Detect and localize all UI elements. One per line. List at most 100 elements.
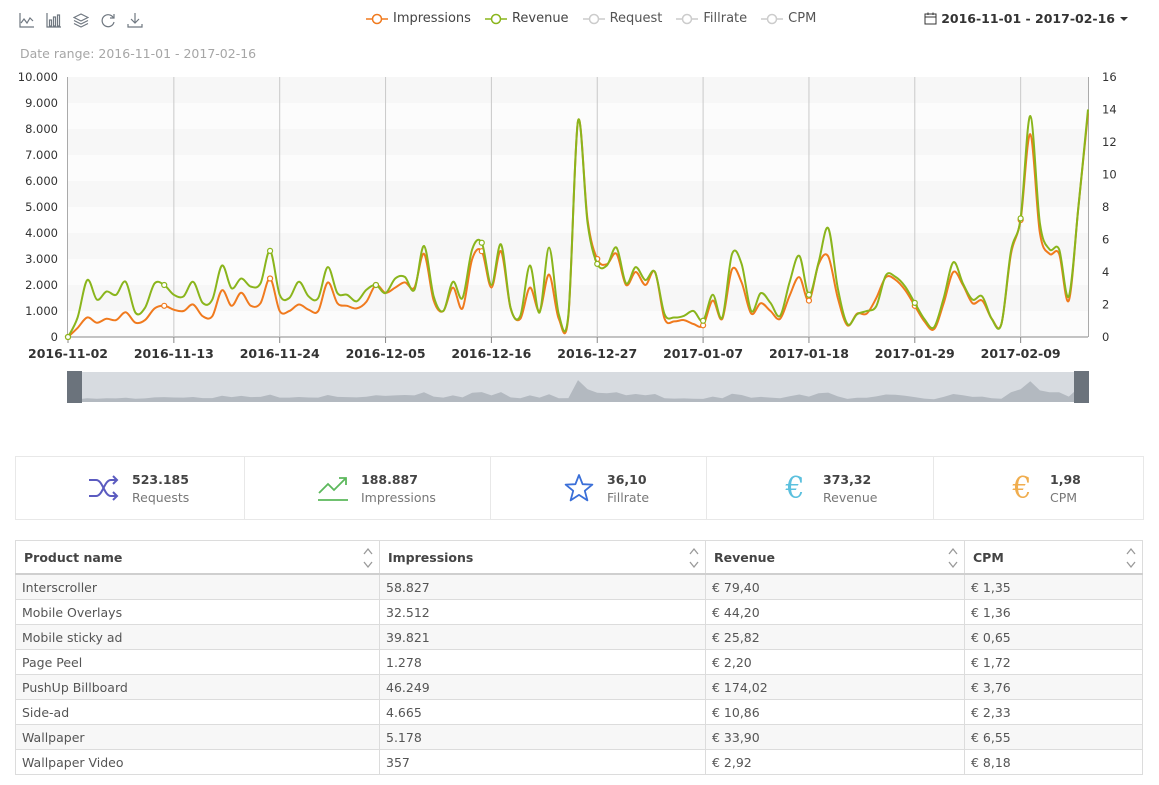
column-header-label: Revenue <box>714 549 776 565</box>
column-header-impressions[interactable]: Impressions <box>379 540 706 575</box>
cell-revenue: € 79,40 <box>705 573 965 600</box>
legend-item-revenue[interactable]: Revenue <box>484 11 569 26</box>
navigator-handle-left[interactable] <box>67 371 82 403</box>
y-left-tick-label: 5.000 <box>25 200 58 214</box>
legend-item-impressions[interactable]: Impressions <box>366 11 471 26</box>
y-left-tick-label: 9.000 <box>25 96 58 110</box>
y-left-tick-label: 0 <box>51 330 58 344</box>
stat-value: 523.185 <box>132 471 189 487</box>
y-right-tick-label: 4 <box>1102 265 1109 279</box>
legend-label: Request <box>609 11 663 26</box>
product-table: Product name Impressions Revenue CPM Int… <box>15 540 1143 775</box>
column-header-cpm[interactable]: CPM <box>964 540 1143 575</box>
x-tick-label: 2017-01-07 <box>663 346 743 361</box>
stat-impressions: 188.887 Impressions <box>245 457 491 519</box>
range-navigator[interactable] <box>67 371 1089 403</box>
chart-band <box>68 233 1088 259</box>
caret-down-icon <box>1120 16 1128 21</box>
x-tick-label: 2016-11-24 <box>240 346 320 361</box>
chart-toolbar <box>18 10 144 30</box>
x-tick-label: 2016-12-05 <box>346 346 426 361</box>
euro-icon: € <box>1012 470 1032 506</box>
line-chart-icon[interactable] <box>18 10 36 30</box>
refresh-icon[interactable] <box>99 10 117 30</box>
chart-band <box>68 181 1088 207</box>
stat-label: Impressions <box>361 489 436 505</box>
x-tick-label: 2017-01-18 <box>769 346 849 361</box>
table-row: Interscroller 58.827 € 79,40 € 1,35 <box>15 573 1143 600</box>
navigator-handle-right[interactable] <box>1074 371 1089 403</box>
y-right-tick-label: 12 <box>1102 135 1117 149</box>
y-right-tick-label: 8 <box>1102 200 1109 214</box>
stack-icon[interactable] <box>72 10 90 30</box>
legend-item-request[interactable]: Request <box>582 11 663 26</box>
table-row: Wallpaper 5.178 € 33,90 € 6,55 <box>15 724 1143 750</box>
chart-band <box>68 77 1088 103</box>
data-point-revenue <box>161 281 168 289</box>
cell-cpm: € 3,76 <box>964 674 1143 700</box>
y-axis-left: 0 1.000 2.000 3.000 4.000 5.000 6.000 7.000 8.00… <box>18 70 68 344</box>
chart-band <box>68 207 1088 233</box>
cell-revenue: € 2,20 <box>705 649 965 675</box>
x-tick-label: 2016-12-27 <box>557 346 637 361</box>
cell-impressions: 5.178 <box>379 724 706 750</box>
y-left-tick-label: 3.000 <box>25 252 58 266</box>
stat-value: 188.887 <box>361 471 418 487</box>
table-row: Mobile Overlays 32.512 € 44,20 € 1,36 <box>15 599 1143 625</box>
column-header-label: CPM <box>973 549 1004 565</box>
sort-icon[interactable] <box>363 547 373 569</box>
y-left-tick-label: 6.000 <box>25 174 58 188</box>
data-point-revenue <box>372 281 380 289</box>
y-right-tick-label: 14 <box>1102 103 1117 117</box>
data-point-revenue <box>911 299 918 306</box>
cell-product-name: PushUp Billboard <box>15 674 380 700</box>
table-row: Side-ad 4.665 € 10,86 € 2,33 <box>15 699 1143 725</box>
x-tick-label: 2017-01-29 <box>875 346 955 361</box>
legend-label: Fillrate <box>703 11 748 26</box>
legend-label: Revenue <box>511 11 569 26</box>
data-point-impressions <box>805 297 813 304</box>
y-left-tick-label: 1.000 <box>25 304 58 318</box>
cell-cpm: € 1,35 <box>964 573 1143 600</box>
data-point-revenue <box>1017 215 1024 222</box>
date-range-picker[interactable]: 2016-11-01 - 2017-02-16 <box>924 11 1129 26</box>
x-tick-label: 2017-02-09 <box>981 346 1061 361</box>
date-range-label: Date range: 2016-11-01 - 2017-02-16 <box>20 46 257 61</box>
chart-bands <box>68 77 1088 338</box>
data-point-revenue <box>64 333 72 341</box>
table-row: Mobile sticky ad 39.821 € 25,82 € 0,65 <box>15 624 1143 650</box>
euro-icon: € <box>785 470 805 506</box>
stat-cpm: € 1,98 CPM <box>934 457 1141 519</box>
cell-impressions: 357 <box>379 749 706 775</box>
sort-icon[interactable] <box>1126 547 1136 569</box>
chart-band <box>68 129 1088 155</box>
cell-product-name: Mobile sticky ad <box>15 624 380 650</box>
y-right-tick-label: 6 <box>1102 233 1109 247</box>
chart-band <box>68 155 1088 181</box>
stat-value: 1,98 <box>1050 471 1081 487</box>
chart-band <box>68 259 1088 285</box>
cell-impressions: 39.821 <box>379 624 706 650</box>
sort-icon[interactable] <box>948 547 958 569</box>
bar-chart-icon[interactable] <box>45 10 63 30</box>
legend-marker-fillrate <box>676 13 699 24</box>
y-right-tick-label: 16 <box>1102 70 1117 84</box>
sort-icon[interactable] <box>689 547 699 569</box>
data-point-impressions <box>266 275 274 282</box>
table-row: PushUp Billboard 46.249 € 174,02 € 3,76 <box>15 674 1143 700</box>
legend-item-fillrate[interactable]: Fillrate <box>676 11 747 26</box>
download-icon[interactable] <box>126 10 144 30</box>
y-right-tick-label: 0 <box>1102 330 1109 344</box>
data-point-impressions <box>161 302 168 309</box>
legend-item-cpm[interactable]: CPM <box>761 11 816 26</box>
chart-band <box>68 285 1088 311</box>
column-header-product-name[interactable]: Product name <box>15 540 380 575</box>
cell-impressions: 4.665 <box>379 699 706 725</box>
cell-cpm: € 8,18 <box>964 749 1143 775</box>
legend-marker-revenue <box>484 13 507 24</box>
table-header: Product name Impressions Revenue CPM <box>15 540 1143 575</box>
chart: 0 1.000 2.000 3.000 4.000 5.000 6.000 7.000 8.00… <box>18 70 1117 403</box>
cell-cpm: € 0,65 <box>964 624 1143 650</box>
stat-label: Requests <box>132 489 190 505</box>
column-header-revenue[interactable]: Revenue <box>705 540 965 575</box>
